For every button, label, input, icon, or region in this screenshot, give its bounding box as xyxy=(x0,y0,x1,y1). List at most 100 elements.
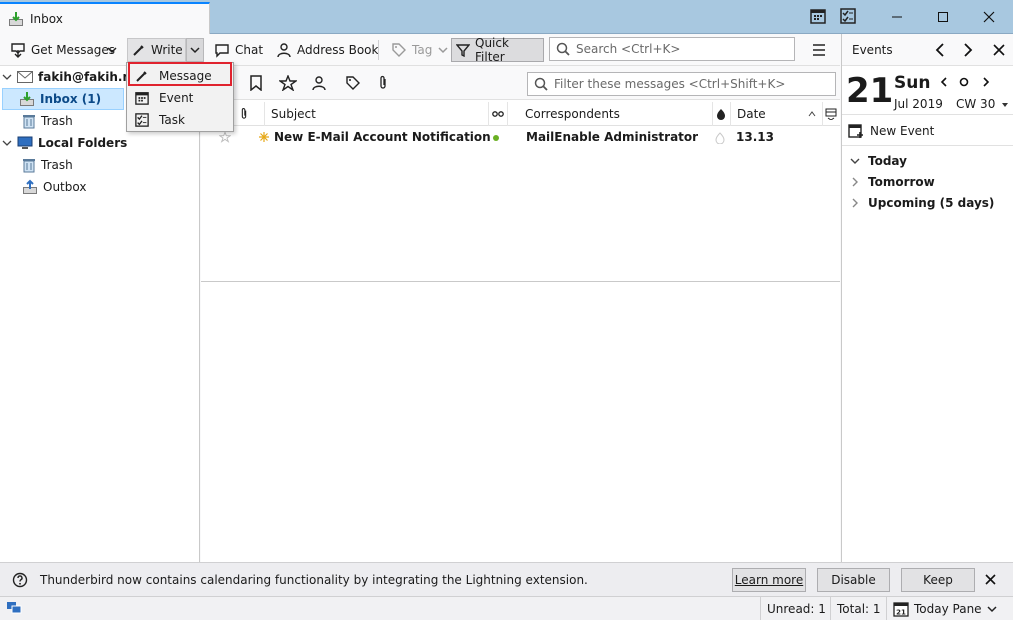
star-icon[interactable] xyxy=(219,131,231,143)
address-book-button[interactable]: Address Book xyxy=(272,38,382,62)
outbox-label: Outbox xyxy=(43,180,87,194)
folder-local-folders[interactable]: Local Folders xyxy=(0,132,200,154)
sort-ascending-icon xyxy=(808,111,816,117)
contact-icon[interactable] xyxy=(311,75,327,91)
envelope-icon xyxy=(17,71,33,83)
maximize-button[interactable] xyxy=(920,0,966,34)
quick-filter-button[interactable]: Quick Filter xyxy=(451,36,544,64)
column-date[interactable]: Date xyxy=(731,102,823,126)
trash-icon xyxy=(22,113,36,129)
learn-more-button[interactable]: Learn more xyxy=(732,568,806,592)
status-bar: Unread: 1 Total: 1 21 Today Pane xyxy=(0,596,1013,620)
folder-local-trash[interactable]: Trash xyxy=(0,154,200,176)
close-icon[interactable] xyxy=(985,574,996,585)
chevron-right-icon xyxy=(850,198,860,208)
chat-label: Chat xyxy=(235,43,264,57)
today-pane-label: Today Pane xyxy=(914,601,982,616)
inbox-icon xyxy=(19,91,35,107)
column-subject[interactable]: Subject xyxy=(265,102,489,126)
minimize-button[interactable] xyxy=(874,0,920,34)
filter-messages-input[interactable]: Filter these messages <Ctrl+Shift+K> xyxy=(527,72,836,96)
chevron-down-icon xyxy=(106,44,118,56)
mini-day-header: 21 Sun Jul 2019 CW 30 xyxy=(842,67,1013,115)
notification-bar: Thunderbird now contains calendaring fun… xyxy=(0,562,1013,596)
tag-icon xyxy=(391,42,407,58)
bookmark-icon[interactable] xyxy=(249,75,263,91)
unread-count: Unread: 1 xyxy=(760,597,832,620)
online-status-icon[interactable] xyxy=(6,601,22,615)
chevron-down-icon xyxy=(189,44,201,56)
computer-icon xyxy=(17,136,33,150)
unread-count-label: Unread: 1 xyxy=(767,601,826,616)
new-message-icon xyxy=(259,132,269,142)
tab-inbox[interactable]: Inbox xyxy=(0,2,210,34)
menu-item-task[interactable]: Task xyxy=(127,109,233,131)
close-window-button[interactable] xyxy=(966,0,1012,34)
chevron-left-icon[interactable] xyxy=(934,43,946,57)
events-today-section[interactable]: Today xyxy=(842,150,1013,171)
new-event-icon xyxy=(848,123,864,139)
chevron-right-icon[interactable] xyxy=(962,43,974,57)
local-trash-label: Trash xyxy=(41,158,73,172)
thread-pane: Filter these messages <Ctrl+Shift+K> Sub… xyxy=(201,66,840,282)
app-menu-button[interactable] xyxy=(806,38,832,62)
chevron-down-icon xyxy=(987,604,997,614)
inbox-label: Inbox (1) xyxy=(40,92,102,106)
menu-item-event-label: Event xyxy=(159,91,194,105)
write-button[interactable]: Write xyxy=(127,38,186,62)
svg-text:21: 21 xyxy=(896,608,906,616)
unread-status-icon[interactable] xyxy=(493,135,499,141)
disable-label: Disable xyxy=(831,573,876,587)
contact-icon xyxy=(276,42,292,58)
write-dropdown-button[interactable] xyxy=(186,38,204,62)
search-icon xyxy=(534,77,548,91)
today-pane-toggle[interactable]: 21 Today Pane xyxy=(886,597,1003,620)
junk-status-icon[interactable] xyxy=(715,132,725,144)
column-picker-icon[interactable] xyxy=(825,108,837,120)
tag-button[interactable]: Tag xyxy=(387,38,453,62)
learn-more-label: Learn more xyxy=(734,573,804,587)
folder-pane: fakih@fakih.net Inbox (1) Trash Local Fo… xyxy=(0,66,200,562)
hamburger-menu-icon xyxy=(812,44,826,56)
subject-header-label: Subject xyxy=(271,107,316,121)
folder-inbox[interactable]: Inbox (1) xyxy=(2,88,124,110)
message-preview-pane xyxy=(201,282,840,562)
keep-button[interactable]: Keep xyxy=(901,568,975,592)
chevron-right-icon xyxy=(850,177,860,187)
message-highlight-box xyxy=(128,62,232,86)
next-day-icon[interactable] xyxy=(982,77,990,87)
column-junk[interactable] xyxy=(713,102,731,126)
attachment-icon[interactable] xyxy=(377,75,389,91)
get-messages-dropdown[interactable] xyxy=(106,38,124,62)
message-row[interactable]: New E-Mail Account Notification MailEnab… xyxy=(201,128,840,148)
folder-outbox[interactable]: Outbox xyxy=(0,176,200,198)
local-folders-label: Local Folders xyxy=(38,136,128,150)
events-tomorrow-section[interactable]: Tomorrow xyxy=(842,171,1013,192)
events-upcoming-section[interactable]: Upcoming (5 days) xyxy=(842,192,1013,213)
trash-label: Trash xyxy=(41,114,73,128)
star-icon[interactable] xyxy=(279,75,297,91)
column-attachment[interactable] xyxy=(235,102,265,126)
new-event-button[interactable]: New Event xyxy=(842,116,1013,146)
chat-button[interactable]: Chat xyxy=(210,38,267,62)
today-pane: Events 21 Sun Jul 2019 CW 30 New Event T… xyxy=(841,34,1013,562)
pencil-icon xyxy=(132,43,146,57)
close-icon[interactable] xyxy=(993,44,1005,56)
menu-item-event[interactable]: Event xyxy=(127,87,233,109)
disable-button[interactable]: Disable xyxy=(817,568,890,592)
column-read-status[interactable] xyxy=(489,102,508,126)
calendar-tab-icon[interactable] xyxy=(810,8,826,24)
date-header-label: Date xyxy=(737,107,766,121)
today-circle-icon[interactable] xyxy=(959,77,969,87)
tag-icon[interactable] xyxy=(345,75,361,91)
tasks-tab-icon[interactable] xyxy=(840,8,856,24)
global-search-input[interactable]: Search <Ctrl+K> xyxy=(549,37,795,61)
column-correspondents[interactable]: Correspondents xyxy=(519,102,713,126)
dropdown-arrow-icon[interactable] xyxy=(1002,103,1008,107)
task-icon xyxy=(135,113,149,127)
events-label: Events xyxy=(852,42,893,57)
download-icon xyxy=(10,42,26,58)
previous-day-icon[interactable] xyxy=(940,77,948,87)
get-messages-button[interactable]: Get Messages xyxy=(6,38,119,62)
today-section-label: Today xyxy=(868,153,907,168)
